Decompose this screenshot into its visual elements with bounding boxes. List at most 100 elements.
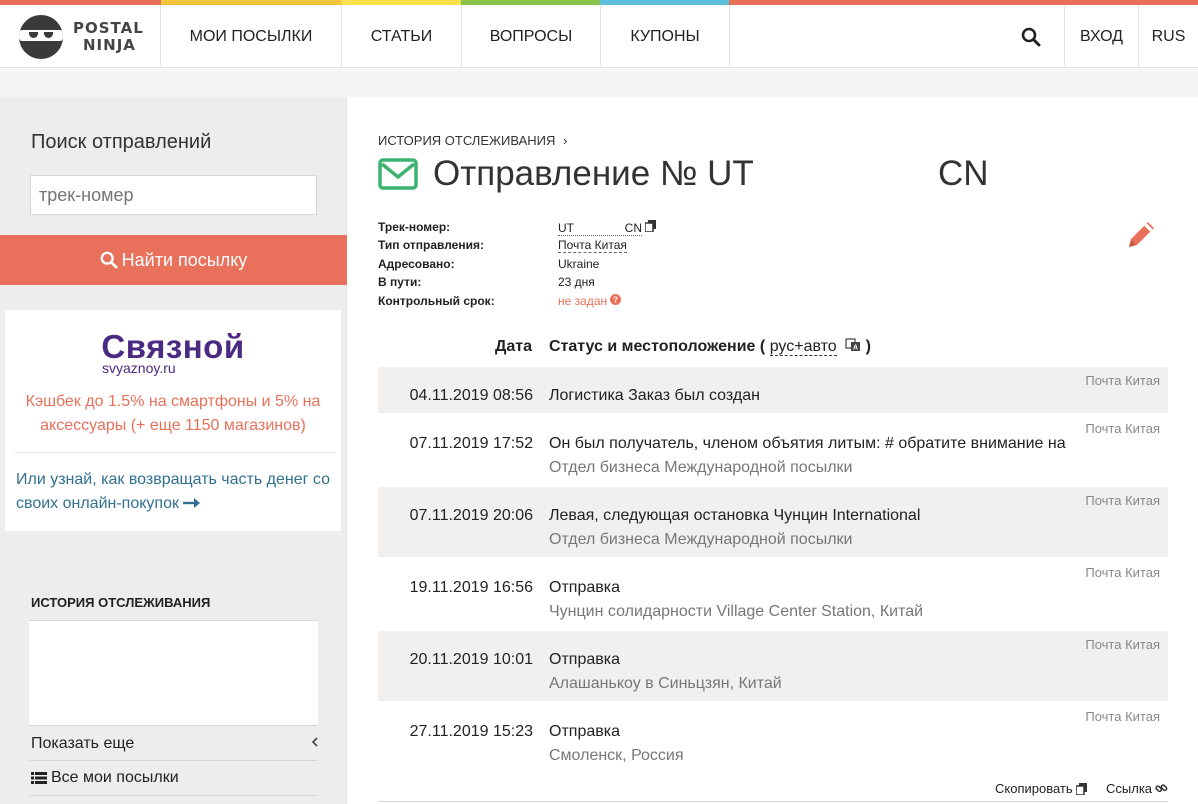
event-row: Почта Китая 04.11.2019 08:56 Логистика З… (378, 367, 1168, 413)
event-date: 20.11.2019 10:01 (409, 651, 533, 668)
page-title: Отправление № UT (433, 154, 754, 193)
track-suffix: CN (624, 221, 642, 235)
logo-line1: POSTAL (73, 18, 144, 37)
event-source: Почта Китая (1085, 493, 1160, 508)
copy-label: Скопировать (995, 781, 1073, 796)
event-source: Почта Китая (1085, 373, 1160, 388)
link-label: Ссылка (1106, 781, 1153, 796)
history-list (29, 621, 318, 725)
header-band (0, 69, 1198, 97)
event-title: Отправка (549, 651, 620, 668)
link-icon (1155, 784, 1168, 793)
event-source: Почта Китая (1085, 421, 1160, 436)
promo-cashback: Кэшбек до 1.5% на смартфоны и 5% на аксе… (25, 393, 321, 434)
info-transit-key: В пути: (378, 275, 422, 289)
main-content: ИСТОРИЯ ОТСЛЕЖИВАНИЯ › Отправление № UT … (348, 97, 1198, 804)
history-title: ИСТОРИЯ ОТСЛЕЖИВАНИЯ (31, 595, 211, 610)
question-icon[interactable]: ? (610, 294, 622, 305)
logo[interactable]: POSTAL NINJA (0, 5, 161, 68)
event-title: Логистика Заказ был создан (549, 387, 760, 404)
event-location: Отдел бизнеса Международной посылки (549, 459, 853, 476)
event-source: Почта Китая (1085, 637, 1160, 652)
info-addressed-key: Адресовано: (378, 257, 455, 271)
nav-coupons[interactable]: КУПОНЫ (601, 5, 730, 68)
event-row: Почта Китая 20.11.2019 10:01 Отправка Ал… (378, 631, 1168, 701)
event-date: 07.11.2019 20:06 (409, 507, 533, 524)
page-title-suffix: CN (938, 154, 989, 193)
info-type-value[interactable]: Почта Китая (558, 238, 627, 253)
sidebar: Поиск отправлений Найти посылку Связной … (0, 97, 347, 804)
cashback-info-link[interactable]: Или узнай, как возвращать часть денег со… (16, 468, 336, 516)
copy-icon (1075, 782, 1087, 795)
info-deadline-key: Контрольный срок: (378, 294, 495, 308)
column-header-status: Статус и местоположение ( рус+авто A ) (549, 338, 871, 356)
event-date: 27.11.2019 15:23 (409, 723, 533, 740)
event-source: Почта Китая (1085, 565, 1160, 580)
event-date: 19.11.2019 16:56 (409, 579, 533, 596)
event-row: Почта Китая 19.11.2019 16:56 Отправка Чу… (378, 559, 1168, 629)
logo-line2: NINJA (83, 35, 136, 54)
event-title: Левая, следующая остановка Чунцин Intern… (549, 507, 921, 524)
deadline-text: не задан (558, 294, 608, 308)
event-row: Почта Китая 27.11.2019 15:23 Отправка См… (378, 703, 1168, 773)
promo-url: svyaznoy.ru (102, 360, 176, 376)
chevron-right-icon: › (563, 133, 568, 148)
event-location: Чунцин солидарности Village Center Stati… (549, 603, 924, 620)
event-location: Смоленск, Россия (549, 747, 684, 764)
info-type-key: Тип отправления: (378, 238, 484, 252)
find-parcel-label: Найти посылку (121, 249, 248, 270)
track-prefix: UT (558, 221, 574, 235)
nav-articles[interactable]: СТАТЬИ (342, 5, 462, 68)
search-button[interactable] (998, 5, 1064, 68)
share-link-button[interactable]: Ссылка (1106, 781, 1168, 796)
promo-divider (15, 452, 336, 453)
translate-mode-toggle[interactable]: рус+авто (769, 338, 837, 356)
copy-icon[interactable] (644, 220, 657, 233)
track-number-input[interactable] (30, 175, 317, 215)
envelope-icon (378, 158, 418, 190)
divider (29, 795, 318, 796)
divider (29, 725, 318, 726)
event-row: Почта Китая 07.11.2019 17:52 Он был полу… (378, 415, 1168, 485)
cashback-info-text: Или узнай, как возвращать часть денег со… (16, 471, 330, 512)
divider (378, 801, 1168, 802)
show-more-link[interactable]: Показать еще (31, 735, 134, 753)
find-parcel-button[interactable]: Найти посылку (0, 235, 347, 285)
info-transit-value: 23 дня (558, 275, 595, 289)
event-row: Почта Китая 07.11.2019 20:06 Левая, след… (378, 487, 1168, 557)
promo-banner[interactable]: Связной svyaznoy.ru Кэшбек до 1.5% на см… (5, 310, 341, 531)
event-title: Он был получатель, членом объятия литым:… (549, 435, 1066, 452)
status-header-close: ) (865, 338, 871, 355)
language-switch[interactable]: RUS (1139, 5, 1198, 68)
status-header-label: Статус и местоположение ( (549, 338, 766, 355)
site-header: POSTAL NINJA МОИ ПОСЫЛКИ СТАТЬИ ВОПРОСЫ … (0, 5, 1198, 68)
translate-icon[interactable]: A (845, 338, 861, 352)
copy-history-button[interactable]: Скопировать (995, 781, 1087, 796)
chevron-left-icon[interactable] (311, 735, 319, 752)
search-icon (1021, 27, 1041, 46)
edit-pencil-icon[interactable] (1126, 218, 1158, 250)
nav-questions[interactable]: ВОПРОСЫ (462, 5, 601, 68)
search-icon (100, 251, 118, 269)
ninja-logo-icon (19, 14, 63, 59)
arrow-right-icon (183, 498, 201, 508)
event-location: Алашанькоу в Синьцзян, Китай (549, 675, 782, 692)
login-link[interactable]: ВХОД (1064, 5, 1139, 68)
breadcrumb[interactable]: ИСТОРИЯ ОТСЛЕЖИВАНИЯ › (378, 133, 567, 148)
track-number-value: UT CN (558, 221, 642, 236)
event-date: 04.11.2019 08:56 (409, 387, 533, 404)
sidebar-title: Поиск отправлений (31, 131, 212, 153)
event-source: Почта Китая (1085, 709, 1160, 724)
breadcrumb-history[interactable]: ИСТОРИЯ ОТСЛЕЖИВАНИЯ (378, 133, 555, 148)
all-parcels-link[interactable]: Все мои посылки (31, 769, 179, 787)
divider (29, 760, 318, 761)
event-title: Отправка (549, 723, 620, 740)
event-date: 07.11.2019 17:52 (409, 435, 533, 452)
info-track-key: Трек-номер: (378, 220, 451, 234)
info-deadline-value: не задан ? (558, 294, 622, 308)
nav-my-parcels[interactable]: МОИ ПОСЫЛКИ (161, 5, 342, 68)
event-title: Отправка (549, 579, 620, 596)
list-icon (31, 772, 47, 784)
svg-text:A: A (853, 345, 858, 352)
event-location: Отдел бизнеса Международной посылки (549, 531, 853, 548)
